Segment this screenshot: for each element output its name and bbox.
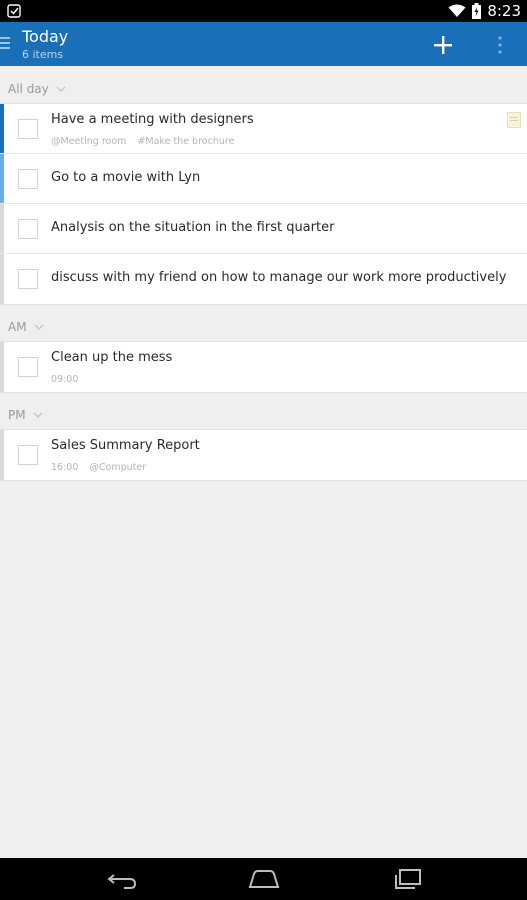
task-tag: #Make the brochure <box>137 136 235 147</box>
task-meta: 09:00 <box>51 374 78 385</box>
task-location: @Meeting room <box>51 136 127 147</box>
task-meta: 16:00 @Computer <box>51 462 146 473</box>
task-checkbox[interactable] <box>18 269 38 289</box>
priority-stripe <box>0 342 4 392</box>
task-row[interactable]: Have a meeting with designers @Meeting r… <box>0 104 527 154</box>
task-row[interactable]: Sales Summary Report 16:00 @Computer <box>0 430 527 480</box>
task-title: discuss with my friend on how to manage … <box>51 270 507 285</box>
battery-icon <box>472 3 482 19</box>
note-icon <box>507 112 521 128</box>
priority-stripe <box>0 254 4 304</box>
task-meta: @Meeting room #Make the brochure <box>51 136 234 147</box>
task-checkbox[interactable] <box>18 357 38 377</box>
priority-stripe <box>0 204 4 253</box>
overflow-menu-icon[interactable] <box>488 30 512 60</box>
task-time: 09:00 <box>51 374 79 385</box>
section-label: All day <box>8 82 49 96</box>
task-title: Sales Summary Report <box>51 438 200 453</box>
app-check-icon <box>7 4 21 18</box>
task-title: Have a meeting with designers <box>51 112 254 127</box>
task-title: Go to a movie with Lyn <box>51 170 201 185</box>
priority-stripe <box>0 154 4 203</box>
navigation-bar <box>0 858 527 900</box>
add-icon[interactable] <box>428 30 458 60</box>
task-location: @Computer <box>89 462 147 473</box>
home-icon[interactable] <box>246 867 282 891</box>
task-row[interactable]: discuss with my friend on how to manage … <box>0 254 527 304</box>
task-row[interactable]: Go to a movie with Lyn <box>0 154 527 204</box>
chevron-down-icon <box>34 324 44 330</box>
chevron-down-icon <box>56 86 66 92</box>
task-title: Analysis on the situation in the first q… <box>51 220 335 235</box>
item-count: 6 items <box>22 48 64 61</box>
back-icon[interactable] <box>104 867 140 891</box>
menu-icon[interactable] <box>0 36 10 50</box>
task-checkbox[interactable] <box>18 119 38 139</box>
task-time: 16:00 <box>51 462 79 473</box>
task-checkbox[interactable] <box>18 445 38 465</box>
chevron-down-icon <box>33 412 43 418</box>
task-group-pm: Sales Summary Report 16:00 @Computer <box>0 429 527 481</box>
section-label: PM <box>8 408 26 422</box>
status-time: 8:23 <box>487 2 521 20</box>
task-group-all-day: Have a meeting with designers @Meeting r… <box>0 103 527 305</box>
task-group-am: Clean up the mess 09:00 <box>0 341 527 393</box>
task-row[interactable]: Clean up the mess 09:00 <box>0 342 527 392</box>
task-checkbox[interactable] <box>18 219 38 239</box>
section-label: AM <box>8 320 27 334</box>
task-row[interactable]: Analysis on the situation in the first q… <box>0 204 527 254</box>
status-bar: 8:23 <box>0 0 527 22</box>
priority-stripe <box>0 430 4 480</box>
wifi-icon <box>448 4 466 17</box>
app-bar: Today 6 items <box>0 22 527 66</box>
recents-icon[interactable] <box>390 867 426 891</box>
priority-stripe <box>0 104 4 153</box>
task-title: Clean up the mess <box>51 350 173 365</box>
task-checkbox[interactable] <box>18 169 38 189</box>
page-title[interactable]: Today <box>22 27 68 46</box>
